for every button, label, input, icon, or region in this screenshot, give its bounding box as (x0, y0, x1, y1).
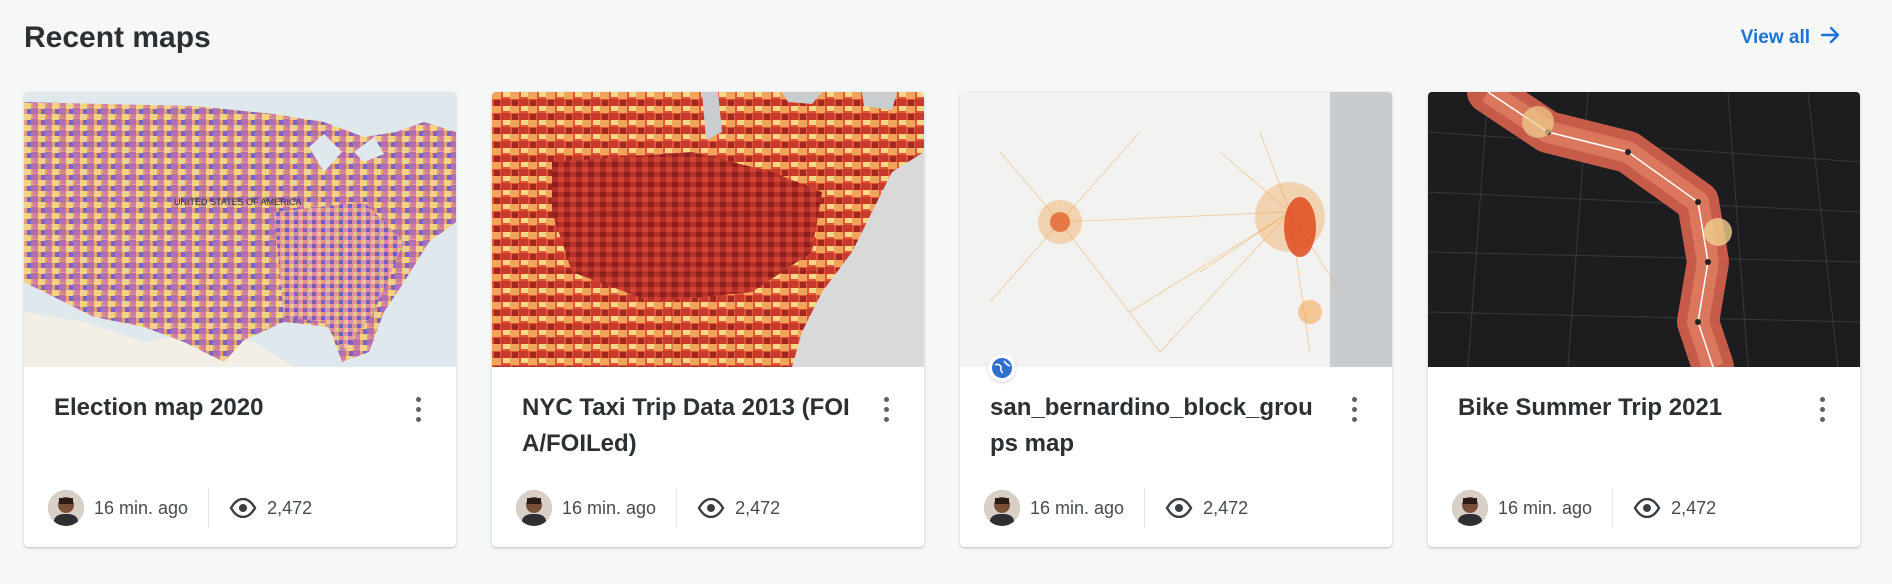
more-options-icon[interactable] (1344, 392, 1364, 426)
meta-divider (676, 488, 678, 528)
view-count: 2,472 (1203, 497, 1249, 518)
avatar (516, 490, 552, 526)
section-title: Recent maps (24, 21, 211, 54)
meta-divider (208, 488, 210, 528)
avatar (48, 490, 84, 526)
avatar (1452, 490, 1488, 526)
updated-time: 16 min. ago (1030, 497, 1125, 518)
more-options-icon[interactable] (1812, 392, 1832, 426)
map-country-label: UNITED STATES OF AMERICA (174, 197, 302, 207)
map-thumbnail[interactable]: UNITED STATES OF AMERICA (24, 92, 456, 367)
updated-time: 16 min. ago (562, 497, 657, 518)
card-title[interactable]: Election map 2020 (54, 390, 384, 426)
meta-divider (1144, 488, 1146, 528)
view-all-label: View all (1740, 27, 1810, 48)
card-meta: 16 min. ago 2,472 (1452, 488, 1716, 528)
map-thumbnail[interactable] (1428, 92, 1860, 367)
eye-icon (697, 498, 725, 518)
recent-maps-list: UNITED STATES OF AMERICA Election map 20… (24, 92, 1860, 547)
section-header: Recent maps View all (24, 18, 1852, 58)
eye-icon (1633, 498, 1661, 518)
updated-time: 16 min. ago (1498, 497, 1593, 518)
eye-icon (229, 498, 257, 518)
more-options-icon[interactable] (876, 392, 896, 426)
avatar (984, 490, 1020, 526)
more-options-icon[interactable] (408, 392, 428, 426)
map-card[interactable]: san_bernardino_block_groups map 16 min. … (960, 92, 1392, 547)
map-thumbnail[interactable] (492, 92, 924, 367)
card-meta: 16 min. ago 2,472 (984, 488, 1248, 528)
map-card[interactable]: NYC Taxi Trip Data 2013 (FOIA/FOILed) 16… (492, 92, 924, 547)
view-count: 2,472 (267, 497, 313, 518)
meta-divider (1612, 488, 1614, 528)
card-meta: 16 min. ago 2,472 (48, 488, 312, 528)
view-count: 2,472 (735, 497, 781, 518)
card-meta: 16 min. ago 2,472 (516, 488, 780, 528)
arrow-right-icon (1818, 23, 1842, 53)
view-all-link[interactable]: View all (1741, 23, 1842, 53)
card-title[interactable]: NYC Taxi Trip Data 2013 (FOIA/FOILed) (522, 390, 852, 462)
map-thumbnail[interactable] (960, 92, 1392, 367)
map-card[interactable]: UNITED STATES OF AMERICA Election map 20… (24, 92, 456, 547)
map-card[interactable]: Bike Summer Trip 2021 16 min. ago 2,472 (1428, 92, 1860, 547)
globe-icon (988, 354, 1016, 382)
card-title[interactable]: san_bernardino_block_groups map (990, 390, 1320, 462)
updated-time: 16 min. ago (94, 497, 189, 518)
view-count: 2,472 (1671, 497, 1717, 518)
card-title[interactable]: Bike Summer Trip 2021 (1458, 390, 1788, 426)
eye-icon (1165, 498, 1193, 518)
